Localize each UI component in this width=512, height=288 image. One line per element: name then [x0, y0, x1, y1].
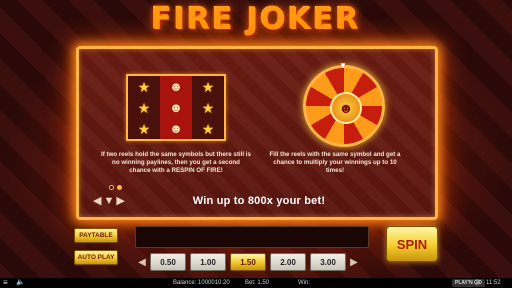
joker-icon: ☻ — [160, 97, 192, 118]
page-dot-2[interactable] — [117, 185, 122, 190]
paytable-button[interactable]: PAYTABLE — [74, 228, 118, 243]
wheel-pointer-icon: ▼ — [339, 61, 347, 70]
clock-time: 11:52 — [486, 280, 501, 286]
autoplay-button[interactable]: AUTO PLAY — [74, 250, 118, 265]
bet-option[interactable]: 2.00 — [270, 253, 306, 271]
info-panel: ★ ☻ ★ ★ ☻ ★ ★ ☻ ★ ▼ ☻ If two reels hold … — [76, 46, 438, 220]
bet-readout: Bet: 1.50 — [245, 280, 270, 286]
win-readout: Win: — [298, 280, 310, 286]
balance-readout: Balance: 1000010.20 — [173, 280, 230, 286]
reel-grid-illustration: ★ ☻ ★ ★ ☻ ★ ★ ☻ ★ — [126, 74, 226, 141]
bet-option-selected[interactable]: 1.50 — [230, 253, 266, 271]
game-title: FIRE JOKER — [151, 2, 361, 37]
joker-icon: ☻ — [330, 92, 362, 124]
star-icon: ★ — [201, 120, 215, 137]
bet-option[interactable]: 1.00 — [190, 253, 226, 271]
joker-icon: ☻ — [160, 118, 192, 139]
respin-description: If two reels hold the same symbols but t… — [101, 151, 251, 174]
max-win-headline: Win up to 800x your bet! — [192, 195, 326, 207]
clock-icon: ◷ — [474, 279, 481, 286]
bet-option[interactable]: 0.50 — [150, 253, 186, 271]
bet-increase-icon[interactable]: ▶ — [348, 257, 360, 268]
menu-icon[interactable]: ≡ — [3, 278, 8, 288]
wheel-of-multipliers-illustration: ▼ ☻ — [303, 61, 385, 147]
page-indicator — [109, 185, 122, 190]
status-bar: ≡ 🔈 Balance: 1000010.20 Bet: 1.50 Win: P… — [0, 278, 512, 288]
page-dot-1[interactable] — [109, 185, 114, 190]
bet-option[interactable]: 3.00 — [310, 253, 346, 271]
star-icon: ★ — [137, 120, 151, 137]
joker-icon: ☻ — [160, 76, 192, 97]
star-icon: ★ — [137, 99, 151, 116]
star-icon: ★ — [201, 99, 215, 116]
bet-selector: ◀ 0.50 1.00 1.50 2.00 3.00 ▶ — [136, 253, 360, 271]
bet-decrease-icon[interactable]: ◀ — [136, 257, 148, 268]
wheel-description: Fill the reels with the same symbol and … — [269, 151, 401, 174]
star-icon: ★ — [201, 78, 215, 95]
spin-button[interactable]: SPIN — [386, 226, 438, 262]
star-icon: ★ — [137, 78, 151, 95]
message-bar — [135, 226, 369, 248]
sound-icon[interactable]: 🔈 — [16, 278, 25, 288]
